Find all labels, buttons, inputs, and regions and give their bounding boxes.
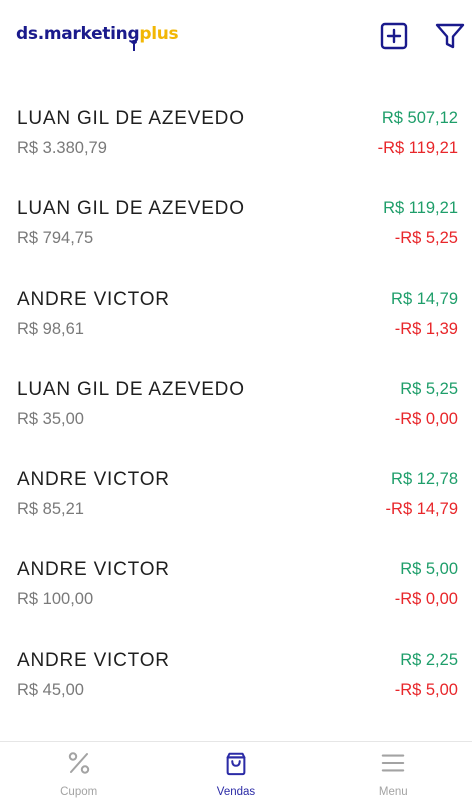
hamburger-menu-icon bbox=[380, 750, 406, 776]
sale-customer-name: ANDRE VICTOR bbox=[17, 469, 170, 491]
sale-total-value: R$ 100,00 bbox=[17, 590, 94, 609]
sale-commission-value: R$ 12,78 bbox=[391, 470, 458, 489]
sale-customer-name: LUAN GIL DE AZEVEDO bbox=[17, 108, 245, 129]
sale-list-item[interactable]: LUAN GIL DE AZEVEDO R$ 794,75 R$ 119,21 -R$… bbox=[0, 180, 472, 270]
percent-icon bbox=[66, 750, 92, 776]
brand-logo: ds.marketingplus bbox=[16, 24, 179, 52]
sale-discount-value: -R$ 5,25 bbox=[394, 229, 458, 248]
sale-discount-value: -R$ 0,00 bbox=[394, 590, 458, 609]
sale-list-item[interactable]: LUAN GIL DE AZEVEDO R$ 35,00 R$ 5,25 -R$ 0,… bbox=[0, 361, 472, 451]
logo-text-main: ds.marketing bbox=[16, 24, 140, 44]
sale-commission-value: R$ 5,00 bbox=[400, 560, 458, 579]
sale-total-value: R$ 794,75 bbox=[17, 229, 94, 248]
filter-button[interactable] bbox=[434, 20, 466, 52]
tab-vendas-label: Vendas bbox=[216, 786, 256, 798]
bottom-tab-bar: Cupom Vendas Menu bbox=[0, 741, 472, 800]
tab-cupom[interactable]: Cupom bbox=[0, 742, 157, 800]
sale-commission-value: R$ 2,25 bbox=[400, 650, 458, 669]
sale-total-value: R$ 45,00 bbox=[17, 680, 84, 699]
plus-square-icon bbox=[380, 22, 408, 50]
sale-list-item[interactable]: ANDRE VICTOR R$ 85,21 R$ 12,78 -R$ 14,79 bbox=[0, 451, 472, 541]
sale-commission-value: R$ 14,79 bbox=[391, 289, 458, 308]
sale-commission-value: R$ 507,12 bbox=[381, 109, 458, 127]
sales-list: LUAN GIL DE AZEVEDO R$ 3.380,79 R$ 507,12 -… bbox=[0, 90, 472, 722]
tab-cupom-label: Cupom bbox=[60, 786, 98, 798]
tab-menu[interactable]: Menu bbox=[315, 742, 472, 800]
sale-list-item[interactable]: LUAN GIL DE AZEVEDO R$ 3.380,79 R$ 507,12 -… bbox=[0, 90, 472, 180]
app-header: ds.marketingplus bbox=[0, 0, 472, 72]
sale-discount-value: -R$ 1,39 bbox=[394, 319, 458, 338]
sale-total-value: R$ 35,00 bbox=[17, 409, 84, 428]
sale-total-value: R$ 98,61 bbox=[17, 319, 84, 338]
sale-discount-value: -R$ 119,21 bbox=[377, 139, 458, 157]
sale-discount-value: -R$ 0,00 bbox=[394, 409, 458, 428]
sale-commission-value: R$ 119,21 bbox=[383, 199, 458, 218]
sale-commission-value: R$ 5,25 bbox=[400, 379, 458, 398]
tab-menu-label: Menu bbox=[378, 786, 408, 798]
sale-list-item[interactable]: ANDRE VICTOR R$ 100,00 R$ 5,00 -R$ 0,00 bbox=[0, 541, 472, 631]
sale-customer-name: LUAN GIL DE AZEVEDO bbox=[17, 198, 245, 220]
sale-total-value: R$ 3.380,79 bbox=[17, 139, 107, 157]
logo-text-accent: plus bbox=[139, 24, 179, 44]
shopping-bag-icon bbox=[223, 750, 249, 776]
sale-discount-value: -R$ 5,00 bbox=[394, 680, 458, 699]
filter-icon bbox=[435, 23, 465, 49]
sale-list-item[interactable]: ANDRE VICTOR R$ 45,00 R$ 2,25 -R$ 5,00 bbox=[0, 632, 472, 722]
sale-customer-name: ANDRE VICTOR bbox=[17, 288, 170, 310]
logo-pin-mark bbox=[131, 40, 137, 51]
add-sale-button[interactable] bbox=[378, 20, 410, 52]
sale-list-item[interactable]: ANDRE VICTOR R$ 98,61 R$ 14,79 -R$ 1,39 bbox=[0, 271, 472, 361]
sale-total-value: R$ 85,21 bbox=[17, 500, 84, 519]
sale-customer-name: ANDRE VICTOR bbox=[17, 649, 170, 671]
tab-vendas[interactable]: Vendas bbox=[157, 742, 314, 800]
sale-customer-name: LUAN GIL DE AZEVEDO bbox=[17, 378, 245, 400]
sale-discount-value: -R$ 14,79 bbox=[385, 500, 458, 519]
sale-customer-name: ANDRE VICTOR bbox=[17, 559, 170, 581]
